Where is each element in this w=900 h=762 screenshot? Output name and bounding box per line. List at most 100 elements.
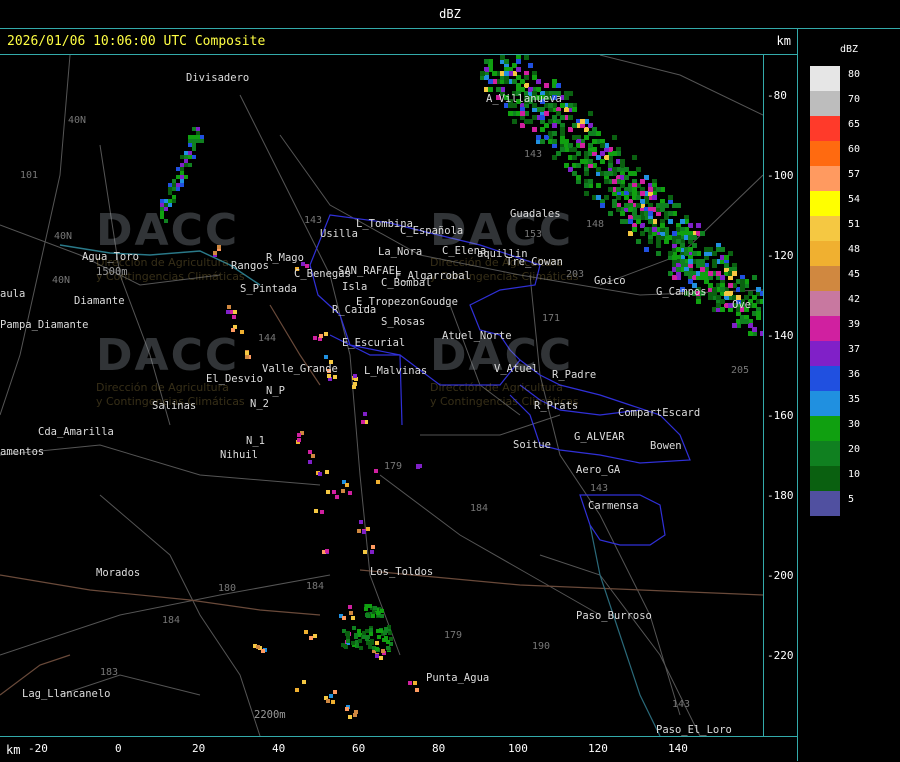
echo-cell	[408, 681, 412, 685]
echo-cell	[756, 311, 761, 316]
echo-cell	[232, 315, 236, 319]
echo-cell	[488, 87, 493, 92]
y-tick-label: -160	[767, 409, 794, 422]
radar-map[interactable]: DACC Dirección de Agricultura y Continge…	[0, 55, 763, 736]
echo-cell	[362, 635, 366, 639]
watermark-logo: DACC	[96, 205, 240, 256]
place-label: Valle_Grande	[262, 363, 338, 375]
legend-label: 35	[848, 394, 861, 405]
echo-cell	[333, 375, 337, 379]
echo-cell	[326, 490, 330, 494]
legend-swatch	[810, 341, 840, 366]
legend-label: 42	[848, 294, 861, 305]
echo-cell	[245, 355, 249, 359]
place-label: N_2	[250, 398, 269, 410]
echo-cell	[363, 412, 367, 416]
echo-cell	[624, 167, 629, 172]
echo-cell	[752, 327, 757, 332]
echo-cell	[180, 183, 184, 187]
echo-cell	[413, 681, 417, 685]
x-tick-label: 60	[352, 742, 366, 755]
place-label: Salinas	[152, 400, 197, 412]
echo-cell	[612, 135, 617, 140]
place-label: L_Malvinas	[364, 365, 428, 377]
x-unit-label: km	[6, 743, 21, 757]
echo-cell	[744, 319, 749, 324]
echo-cell	[712, 263, 717, 268]
echo-cell	[384, 636, 388, 640]
echo-cell	[381, 649, 385, 653]
echo-cell	[160, 199, 164, 203]
echo-cell	[648, 187, 653, 192]
place-label: 2200m	[254, 709, 286, 721]
echo-cell	[572, 123, 577, 128]
echo-cell	[560, 147, 565, 152]
y-axis: -80 -100 -120 -140 -160 -180 -200 -220	[763, 55, 798, 736]
echo-cell	[364, 607, 368, 611]
place-label: N_1	[246, 435, 265, 447]
echo-cell	[688, 235, 693, 240]
place-label: Paso_El_Loro	[656, 724, 732, 736]
legend-swatch	[810, 216, 840, 241]
legend-swatch	[810, 241, 840, 266]
legend-swatch	[810, 291, 840, 316]
legend-label: 5	[848, 494, 855, 505]
legend-swatch	[810, 266, 840, 291]
echo-cell	[368, 645, 372, 649]
echo-cell	[720, 287, 725, 292]
echo-cell	[295, 688, 299, 692]
echo-cell	[568, 115, 573, 120]
echo-cell	[688, 259, 693, 264]
place-label: La_Nora	[378, 246, 423, 258]
legend-label: 30	[848, 419, 861, 430]
route-label: 40N	[68, 115, 87, 126]
echo-cell	[624, 175, 629, 180]
echo-cell	[600, 143, 605, 148]
place-label: Agua_Toro	[82, 251, 139, 263]
echo-cell	[600, 159, 605, 164]
echo-cell	[386, 646, 390, 650]
echo-cell	[720, 307, 725, 312]
echo-cell	[384, 627, 388, 631]
echo-cell	[696, 299, 701, 304]
echo-cell	[532, 75, 537, 80]
echo-cell	[256, 645, 260, 649]
echo-cell	[488, 79, 493, 84]
legend-swatch	[810, 366, 840, 391]
echo-cell	[245, 351, 249, 355]
echo-cell	[188, 135, 192, 139]
route-label: 184	[162, 615, 181, 626]
x-tick-label: -20	[28, 742, 48, 755]
echo-cell	[297, 438, 301, 442]
echo-cell	[324, 332, 328, 336]
place-label: Lag_Llancanelo	[22, 688, 111, 700]
place-label: amentos	[0, 446, 45, 458]
echo-cell	[351, 616, 355, 620]
echo-cell	[588, 159, 593, 164]
y-tick-label: -140	[767, 329, 794, 342]
route-label: 180	[218, 583, 237, 594]
echo-cell	[180, 163, 184, 167]
echo-cell	[188, 151, 192, 155]
route-label: 143	[304, 215, 323, 226]
echo-cell	[373, 606, 377, 610]
echo-cell	[168, 191, 172, 195]
echo-cell	[176, 183, 180, 187]
echo-cell	[524, 75, 529, 80]
echo-cell	[676, 267, 681, 272]
echo-cell	[600, 203, 605, 208]
echo-cell	[261, 649, 265, 653]
route-label: 203	[566, 269, 585, 280]
echo-cell	[226, 310, 230, 314]
place-label: Goudge	[420, 296, 458, 308]
echo-cell	[377, 635, 381, 639]
legend-label: 10	[848, 469, 861, 480]
echo-cell	[366, 635, 370, 639]
echo-cell	[676, 247, 681, 252]
echo-cell	[628, 219, 633, 224]
echo-cell	[612, 179, 617, 184]
place-label: C_Española	[400, 225, 464, 237]
echo-cell	[636, 167, 641, 172]
route-label: 184	[470, 503, 489, 514]
echo-cell	[184, 155, 188, 159]
